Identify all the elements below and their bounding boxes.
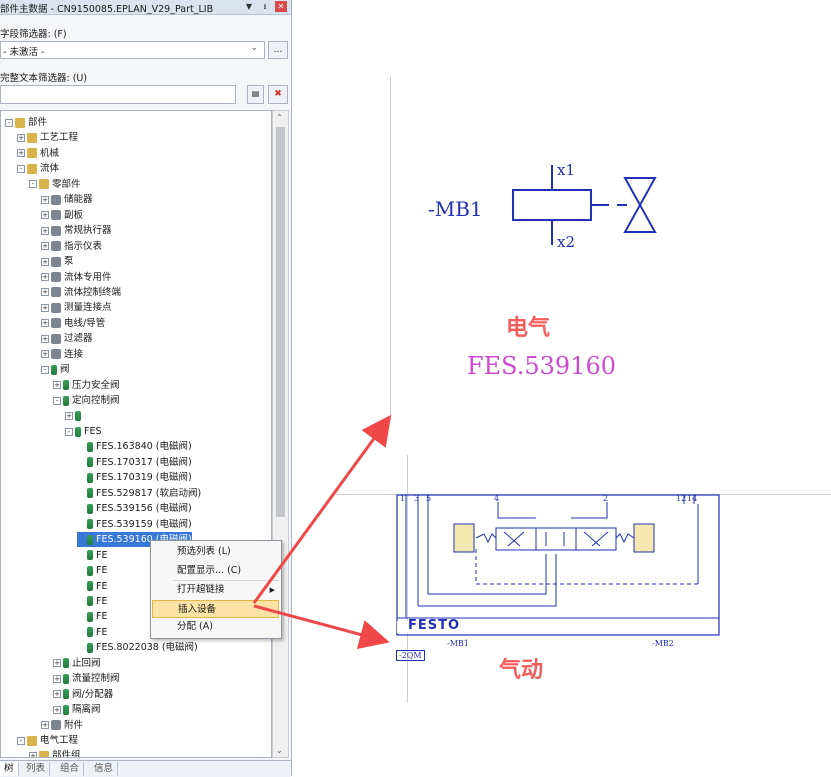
annotation-arrows [252, 414, 392, 650]
arrow-to-electrical [252, 414, 392, 604]
arrow-to-pneumatic [253, 604, 390, 650]
